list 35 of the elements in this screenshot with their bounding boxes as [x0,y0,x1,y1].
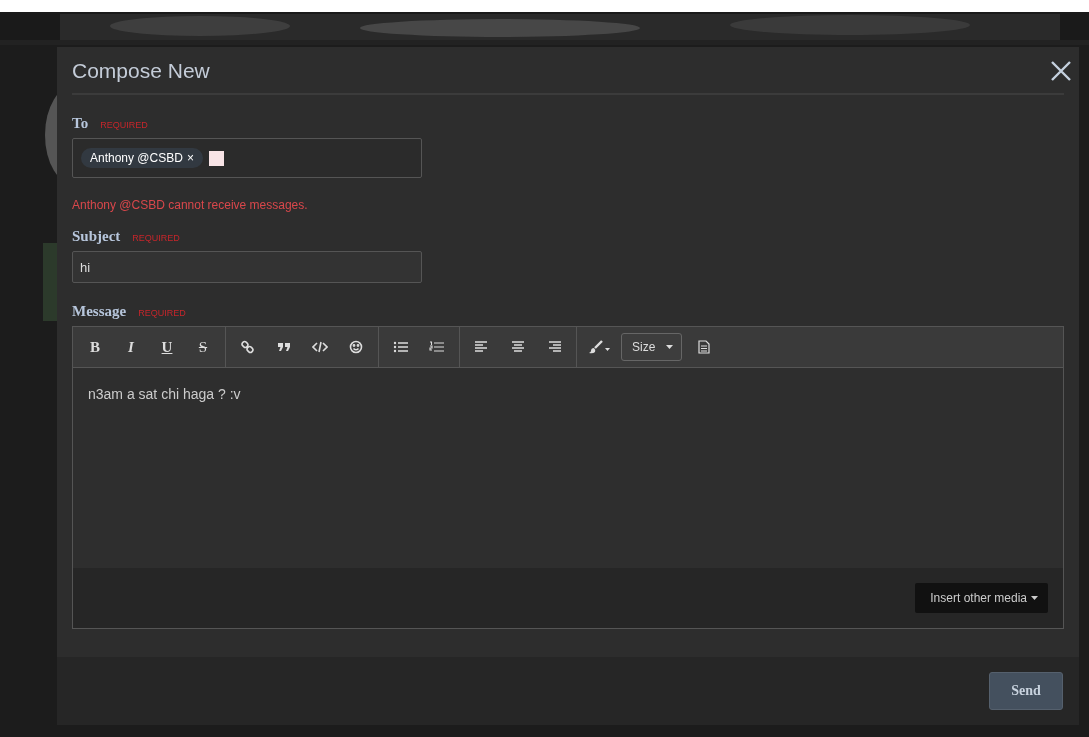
italic-button[interactable]: I [113,333,149,361]
error-message: Anthony @CSBD cannot receive messages. [72,198,309,212]
required-label: REQUIRED [138,308,186,318]
align-right-icon [546,340,562,354]
insert-media-button[interactable]: Insert other media [915,583,1048,613]
link-icon [240,340,256,354]
subject-field[interactable]: hi [72,251,422,283]
field-label: Subject [72,228,121,245]
strikethrough-button[interactable]: S [185,333,221,361]
caret-icon [666,345,673,349]
message-text: n3am a sat chi haga ? :v [88,386,241,402]
remove-button[interactable]: × [186,151,194,165]
smiley-icon [348,340,364,354]
input-field[interactable] [208,150,224,166]
bold-button[interactable]: B [77,333,113,361]
caret-icon [1031,596,1038,600]
recipient-name: Anthony @CSBD [90,151,183,165]
size-dropdown[interactable]: Size [621,333,682,361]
code-icon [312,340,328,354]
document-icon [696,340,712,354]
field-label: Message [72,303,127,320]
required-label: REQUIRED [100,120,148,130]
align-left-icon [474,340,490,354]
recipient-field[interactable]: Anthony @CSBD × [72,138,422,178]
required-label: REQUIRED [132,233,180,243]
bullet-list-icon [393,340,409,354]
field-label: To [72,115,89,132]
brush-icon [587,340,611,354]
send-button[interactable]: Send [989,672,1063,710]
close-icon[interactable] [1050,60,1072,82]
numbered-list-icon [429,340,445,354]
dialog-title: Compose New [72,59,210,83]
underline-button[interactable]: U [149,333,185,361]
align-center-icon [510,340,526,354]
quote-icon [276,340,292,354]
